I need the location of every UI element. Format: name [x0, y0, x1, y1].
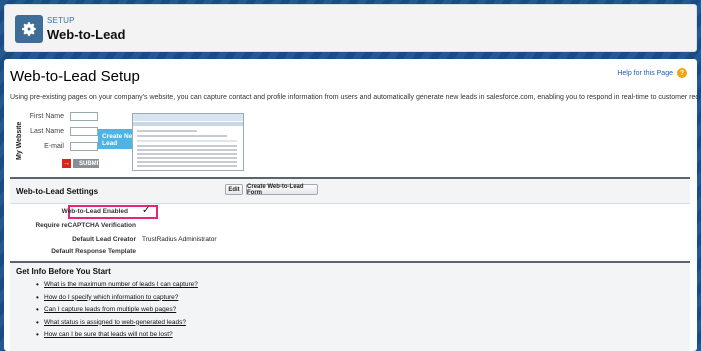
header-title: Web-to-Lead [47, 27, 126, 42]
help-icon[interactable]: ? [677, 68, 687, 78]
setting-label: Web-to-Lead Enabled [61, 208, 128, 215]
illustration-field-label: First Name [29, 113, 64, 120]
settings-section: Web-to-Lead Settings Edit Create Web-to-… [10, 177, 690, 261]
list-item: How do I specify which information to ca… [36, 293, 198, 307]
illustration-field-box [70, 127, 98, 136]
faq-link[interactable]: How do I specify which information to ca… [44, 294, 178, 301]
header-eyebrow: SETUP [47, 16, 75, 25]
create-web-to-lead-form-button[interactable]: Create Web-to-Lead Form [246, 184, 318, 196]
web-to-lead-illustration: My Website First Name Last Name E-mail →… [16, 111, 244, 175]
setting-label: Default Lead Creator [72, 236, 136, 243]
faq-link-list: What is the maximum number of leads I ca… [36, 280, 198, 344]
gear-icon [15, 15, 43, 43]
settings-body: Web-to-Lead Enabled ✓ Require reCAPTCHA … [10, 203, 690, 261]
list-item: What status is assigned to web-generated… [36, 318, 198, 332]
list-item: What is the maximum number of leads I ca… [36, 280, 198, 294]
get-info-title: Get Info Before You Start [16, 267, 111, 276]
illustration-field-box [70, 142, 98, 151]
illustration-submit: SUBMIT [73, 159, 102, 168]
list-item: How can I be sure that leads will not be… [36, 330, 198, 344]
arrow-right-icon: → [62, 159, 71, 168]
faq-link[interactable]: What is the maximum number of leads I ca… [44, 281, 198, 288]
page-header: SETUP Web-to-Lead [4, 4, 697, 52]
list-item: Can I capture leads from multiple web pa… [36, 305, 198, 319]
page-title: Web-to-Lead Setup [10, 68, 140, 85]
illustration-field-label: Last Name [30, 128, 64, 135]
setting-label: Require reCAPTCHA Verification [35, 222, 136, 229]
main-content: Web-to-Lead Setup Help for this Page ? U… [4, 59, 697, 351]
faq-link[interactable]: Can I capture leads from multiple web pa… [44, 306, 176, 313]
intro-text: Using pre-existing pages on your company… [10, 94, 697, 101]
settings-title: Web-to-Lead Settings [16, 187, 99, 196]
illustration-field-label: E-mail [44, 143, 64, 150]
help-link[interactable]: Help for this Page [617, 70, 673, 77]
salesforce-screenshot-thumbnail [132, 113, 244, 171]
faq-link[interactable]: How can I be sure that leads will not be… [44, 331, 173, 338]
get-info-section: Get Info Before You Start What is the ma… [10, 261, 690, 351]
setting-value: TrustRadius Administrator [142, 236, 217, 243]
checkmark-icon: ✓ [142, 205, 151, 216]
edit-button[interactable]: Edit [225, 184, 243, 195]
illustration-field-box [70, 112, 98, 121]
setting-label: Default Response Template [51, 248, 136, 255]
faq-link[interactable]: What status is assigned to web-generated… [44, 319, 186, 326]
illustration-vertical-label: My Website [16, 121, 23, 161]
